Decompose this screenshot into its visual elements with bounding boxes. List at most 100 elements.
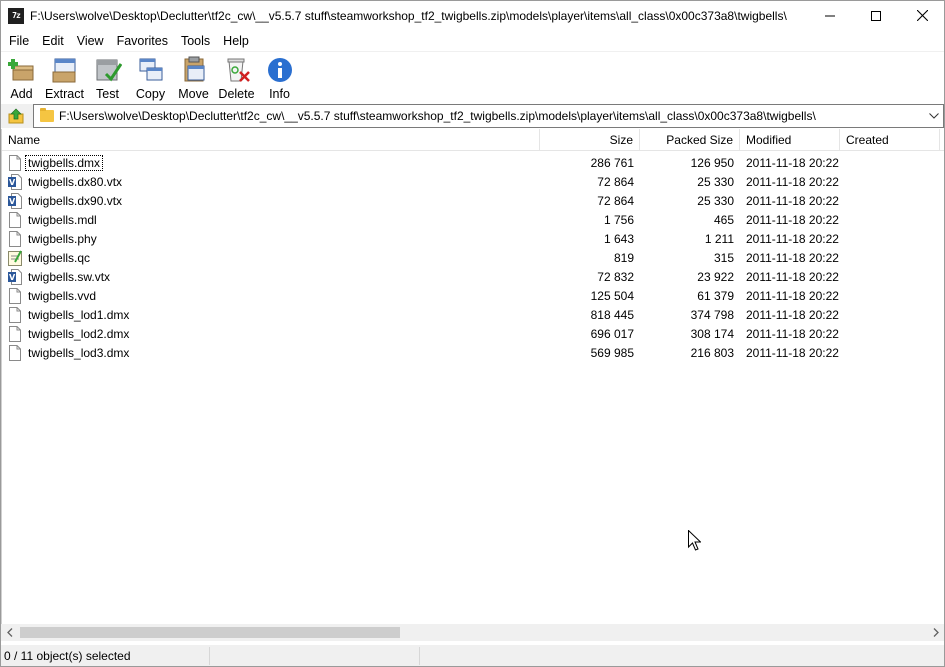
- file-icon: [9, 344, 21, 361]
- close-button[interactable]: [899, 0, 945, 31]
- column-header-modified[interactable]: Modified: [740, 129, 840, 151]
- file-packed-size: 308 174: [690, 326, 734, 341]
- file-size: 818 445: [590, 307, 634, 322]
- file-list[interactable]: Name Size Packed Size Modified Created t…: [1, 129, 945, 624]
- table-row[interactable]: twigbells.phy 1 643 1 211 2011-11-18 20:…: [2, 229, 945, 248]
- file-modified: 2011-11-18 20:22: [746, 269, 839, 284]
- menu-edit[interactable]: Edit: [38, 31, 69, 51]
- file-icon: [9, 325, 21, 342]
- file-packed-size: 465: [713, 212, 734, 227]
- column-header-created[interactable]: Created: [840, 129, 940, 151]
- address-path-field[interactable]: F:\Users\wolve\Desktop\Declutter\tf2c_cw…: [33, 104, 944, 128]
- file-packed-size: 25 330: [697, 174, 734, 189]
- vtx-icon: V: [8, 268, 22, 285]
- file-size: 72 864: [597, 193, 634, 208]
- file-name-cell: twigbells_lod1.dmx: [2, 306, 540, 323]
- add-icon: [7, 55, 37, 85]
- window-controls: [807, 0, 945, 31]
- minimize-icon: [825, 15, 835, 16]
- minimize-button[interactable]: [807, 0, 853, 31]
- extract-button[interactable]: Extract: [43, 52, 86, 101]
- table-row[interactable]: twigbells.vvd 125 504 61 379 2011-11-18 …: [2, 286, 945, 305]
- file-name: twigbells_lod1.dmx: [28, 307, 130, 322]
- file-name: twigbells.dx80.vtx: [28, 174, 123, 189]
- file-icon: [9, 154, 21, 171]
- delete-button[interactable]: Delete: [215, 52, 258, 101]
- table-row[interactable]: V twigbells.dx90.vtx 72 864 25 330 2011-…: [2, 191, 945, 210]
- maximize-icon: [871, 10, 881, 21]
- selection-status: 0 / 11 object(s) selected: [0, 647, 210, 665]
- file-name: twigbells.mdl: [28, 212, 97, 227]
- table-row[interactable]: V twigbells.dx80.vtx 72 864 25 330 2011-…: [2, 172, 945, 191]
- column-header-size[interactable]: Size: [540, 129, 640, 151]
- file-icon: [9, 211, 21, 228]
- file-name: twigbells_lod3.dmx: [28, 345, 130, 360]
- file-packed-size: 61 379: [697, 288, 734, 303]
- file-name-cell: twigbells.phy: [2, 230, 540, 247]
- menu-help[interactable]: Help: [219, 31, 254, 51]
- table-row[interactable]: twigbells.dmx 286 761 126 950 2011-11-18…: [2, 153, 945, 172]
- horizontal-scrollbar[interactable]: [1, 624, 944, 641]
- file-name-cell: twigbells_lod2.dmx: [2, 325, 540, 342]
- file-name: twigbells.sw.vtx: [28, 269, 111, 284]
- test-icon: [93, 55, 123, 85]
- address-bar: F:\Users\wolve\Desktop\Declutter\tf2c_cw…: [0, 104, 945, 128]
- file-modified: 2011-11-18 20:22: [746, 288, 839, 303]
- up-arrow-icon: [8, 108, 24, 124]
- file-modified: 2011-11-18 20:22: [746, 345, 839, 360]
- file-packed-size: 315: [713, 250, 734, 265]
- file-packed-size: 126 950: [690, 155, 734, 170]
- table-row[interactable]: twigbells_lod2.dmx 696 017 308 174 2011-…: [2, 324, 945, 343]
- menu-view[interactable]: View: [73, 31, 109, 51]
- up-folder-button[interactable]: [5, 105, 27, 127]
- window-title: F:\Users\wolve\Desktop\Declutter\tf2c_cw…: [30, 8, 787, 23]
- 7zip-app-icon[interactable]: 7z: [8, 7, 24, 24]
- copy-button[interactable]: Copy: [129, 52, 172, 101]
- info-icon: [265, 55, 295, 85]
- file-name-cell: twigbells_lod3.dmx: [2, 344, 540, 361]
- scroll-right-button[interactable]: [927, 624, 944, 641]
- move-label: Move: [178, 87, 209, 101]
- table-row[interactable]: twigbells.qc 819 315 2011-11-18 20:22: [2, 248, 945, 267]
- status-bar: 0 / 11 object(s) selected: [0, 645, 945, 667]
- file-modified: 2011-11-18 20:22: [746, 250, 839, 265]
- column-header-packed-size[interactable]: Packed Size: [640, 129, 740, 151]
- file-size: 819: [613, 250, 634, 265]
- file-size: 1 643: [603, 231, 634, 246]
- copy-label: Copy: [135, 87, 166, 101]
- file-modified: 2011-11-18 20:22: [746, 231, 839, 246]
- file-icon: [9, 230, 21, 247]
- table-row[interactable]: twigbells_lod1.dmx 818 445 374 798 2011-…: [2, 305, 945, 324]
- move-button[interactable]: Move: [172, 52, 215, 101]
- menu-bar: File Edit View Favorites Tools Help: [0, 31, 945, 51]
- chevron-down-icon: [929, 113, 939, 119]
- file-name: twigbells.qc: [28, 250, 91, 265]
- address-dropdown-button[interactable]: [925, 105, 943, 127]
- file-icon: [9, 287, 21, 304]
- add-label: Add: [10, 87, 33, 101]
- add-button[interactable]: Add: [0, 52, 43, 101]
- column-header-name[interactable]: Name: [2, 129, 540, 151]
- menu-file[interactable]: File: [5, 31, 34, 51]
- file-name: twigbells_lod2.dmx: [28, 326, 130, 341]
- scroll-left-button[interactable]: [1, 624, 18, 641]
- table-row[interactable]: twigbells_lod3.dmx 569 985 216 803 2011-…: [2, 343, 945, 362]
- vtx-icon: V: [8, 192, 22, 209]
- table-row[interactable]: V twigbells.sw.vtx 72 832 23 922 2011-11…: [2, 267, 945, 286]
- menu-favorites[interactable]: Favorites: [113, 31, 173, 51]
- file-name: twigbells.vvd: [28, 288, 97, 303]
- file-packed-size: 23 922: [697, 269, 734, 284]
- extract-label: Extract: [45, 87, 84, 101]
- table-row[interactable]: twigbells.mdl 1 756 465 2011-11-18 20:22: [2, 210, 945, 229]
- maximize-button[interactable]: [853, 0, 899, 31]
- test-button[interactable]: Test: [86, 52, 129, 101]
- vtx-icon: V: [8, 173, 22, 190]
- info-button[interactable]: Info: [258, 52, 301, 101]
- test-label: Test: [96, 87, 119, 101]
- file-packed-size: 374 798: [690, 307, 734, 322]
- file-name: twigbells.phy: [28, 231, 97, 246]
- title-bar[interactable]: 7z F:\Users\wolve\Desktop\Declutter\tf2c…: [0, 0, 945, 31]
- menu-tools[interactable]: Tools: [177, 31, 215, 51]
- svg-text:V: V: [9, 197, 16, 206]
- scrollbar-thumb[interactable]: [20, 627, 400, 638]
